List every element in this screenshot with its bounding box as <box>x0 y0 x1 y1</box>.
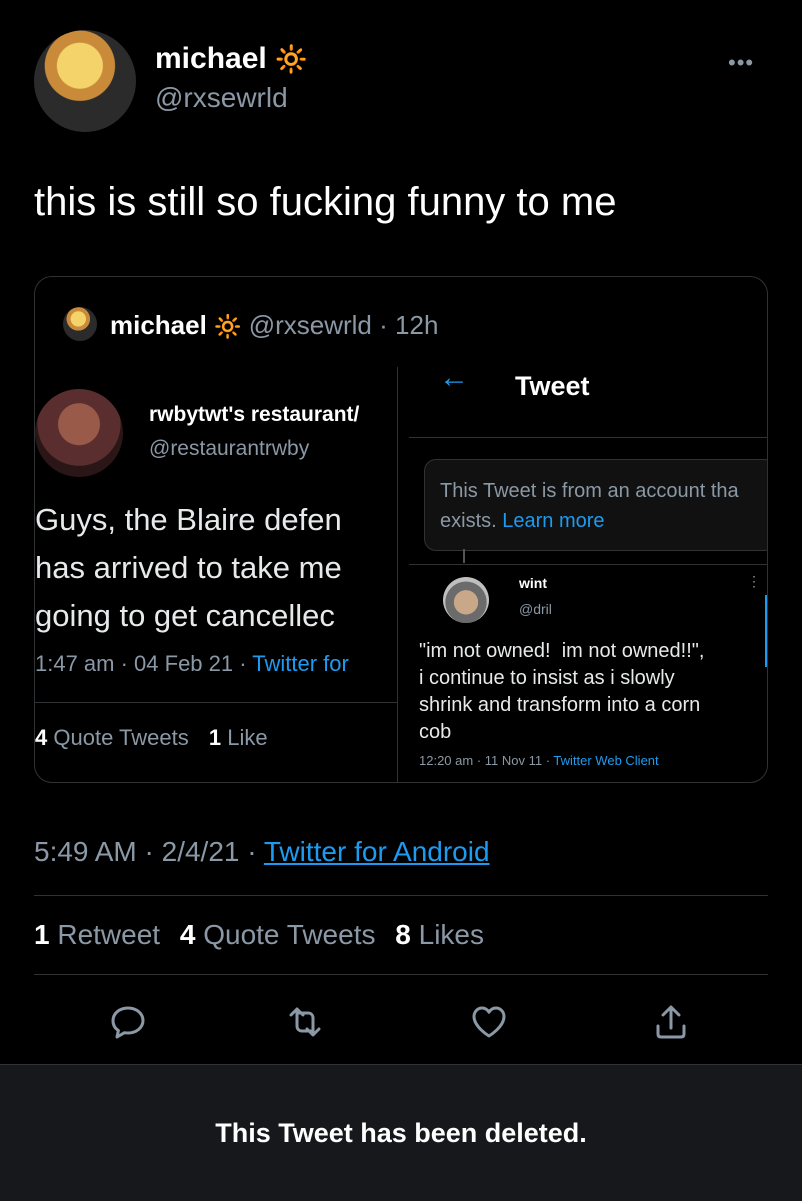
dril-scroll-indicator <box>765 595 767 667</box>
dril-text-line3: shrink and transform into a corn <box>419 694 701 716</box>
deleted-banner-text: This Tweet has been deleted. <box>215 1117 587 1148</box>
restaurant-meta: 1:47 am · 04 Feb 21 · <box>35 651 253 676</box>
notice-line2: exists. Learn more <box>440 510 605 533</box>
quotes-stat[interactable]: 4 Quote Tweets <box>180 919 376 950</box>
share-icon[interactable] <box>651 1002 691 1042</box>
dril-more-icon[interactable]: ⋮ <box>747 573 761 590</box>
restaurant-text-line3: going to get cancellec <box>35 598 335 633</box>
dril-handle: @dril <box>519 601 552 617</box>
header-divider <box>409 437 767 438</box>
restaurant-text-line2: has arrived to take me <box>35 550 342 585</box>
timestamp-row: 5:49 AM · 2/4/21 · Twitter for Android <box>34 836 490 868</box>
notice-line1: This Tweet is from an account tha <box>440 480 739 502</box>
quoted-header: michael 🔆 @rxsewrld · 12h <box>110 310 438 341</box>
restaurant-source-link[interactable]: Twitter for <box>252 651 349 676</box>
back-arrow-icon: ← <box>439 367 469 394</box>
author-handle[interactable]: @rxsewrld <box>155 82 288 114</box>
quoted-handle: @rxsewrld <box>248 310 372 340</box>
dril-text-line1: "im not owned! im not owned!!", <box>419 640 705 662</box>
timestamp-date: 2/4/21 <box>161 836 240 867</box>
divider-top <box>34 895 768 896</box>
avatar[interactable] <box>34 30 136 132</box>
quoted-tweet-card[interactable]: michael 🔆 @rxsewrld · 12h rwbytwt's rest… <box>34 276 768 783</box>
quoted-age: 12h <box>395 310 439 340</box>
author-display-name: michael <box>155 42 267 75</box>
source-link[interactable]: Twitter for Android <box>264 836 490 867</box>
thread-line <box>463 549 465 563</box>
timestamp-time: 5:49 AM <box>34 836 137 867</box>
quotes-count: 4 <box>179 919 196 950</box>
dril-text-line2: i continue to insist as i slowly <box>419 667 675 689</box>
dril-meta-row: 12:20 am · 11 Nov 11 · Twitter Web Clien… <box>419 753 659 768</box>
tweet-screen-title: Tweet <box>515 371 590 401</box>
likes-stat[interactable]: 8 Likes <box>395 919 484 950</box>
quotes-label: Quote Tweets <box>203 919 376 950</box>
dril-avatar <box>443 577 489 623</box>
dril-text-line4: cob <box>419 721 452 743</box>
reply-icon[interactable] <box>108 1002 148 1042</box>
restaurant-quotes-num: 4 <box>35 725 48 750</box>
retweet-icon[interactable] <box>285 1002 325 1042</box>
timestamp-sep2: · <box>247 836 257 867</box>
unavailable-notice: This Tweet is from an account tha exists… <box>424 459 767 551</box>
dril-meta: 12:20 am · 11 Nov 11 · <box>419 753 554 768</box>
thread-divider <box>409 564 767 565</box>
retweets-stat[interactable]: 1 Retweet <box>34 919 160 950</box>
tweet-text: this is still so fucking funny to me <box>34 180 617 224</box>
quoted-avatar <box>63 307 97 341</box>
likes-count: 8 <box>395 919 411 950</box>
retweets-label: Retweet <box>57 919 161 950</box>
dril-name: wint <box>519 575 547 591</box>
learn-more-link[interactable]: Learn more <box>502 510 604 532</box>
quoted-image-left[interactable]: rwbytwt's restaurant/ @restaurantrwby Gu… <box>35 367 398 782</box>
deleted-banner: This Tweet has been deleted. <box>0 1064 802 1201</box>
quoted-image-right[interactable]: ← Tweet This Tweet is from an account th… <box>409 367 767 782</box>
restaurant-text-line1: Guys, the Blaire defen <box>35 502 342 537</box>
quoted-sep: · <box>379 310 388 340</box>
restaurant-quotes-label: Quote Tweets <box>53 725 189 750</box>
restaurant-handle: @restaurantrwby <box>149 437 310 460</box>
more-options-icon[interactable]: ••• <box>728 50 754 76</box>
restaurant-divider <box>35 702 397 703</box>
restaurant-likes-num: 1 <box>208 725 222 750</box>
restaurant-avatar <box>35 389 123 477</box>
restaurant-stats: 4 Quote Tweets 1 Like <box>35 725 268 751</box>
restaurant-likes-label: Like <box>227 725 268 750</box>
dril-source-link[interactable]: Twitter Web Client <box>553 753 658 768</box>
retweets-count: 1 <box>34 919 50 950</box>
quoted-display-name: michael <box>110 310 207 340</box>
timestamp-sep1: · <box>144 836 154 867</box>
author-name-row[interactable]: michael 🔆 <box>155 42 307 76</box>
tweet-stats: 1 Retweet 4 Quote Tweets 8 Likes <box>34 919 484 951</box>
restaurant-meta-row: 1:47 am · 04 Feb 21 · Twitter for <box>35 651 349 677</box>
like-icon[interactable] <box>469 1002 509 1042</box>
restaurant-name: rwbytwt's restaurant/ <box>149 403 360 426</box>
divider-bottom <box>34 974 768 975</box>
notice-exists: exists. <box>440 510 497 532</box>
sun-emoji-icon: 🔆 <box>275 44 308 74</box>
quoted-sun-emoji-icon: 🔆 <box>214 314 242 339</box>
likes-label: Likes <box>418 919 484 950</box>
